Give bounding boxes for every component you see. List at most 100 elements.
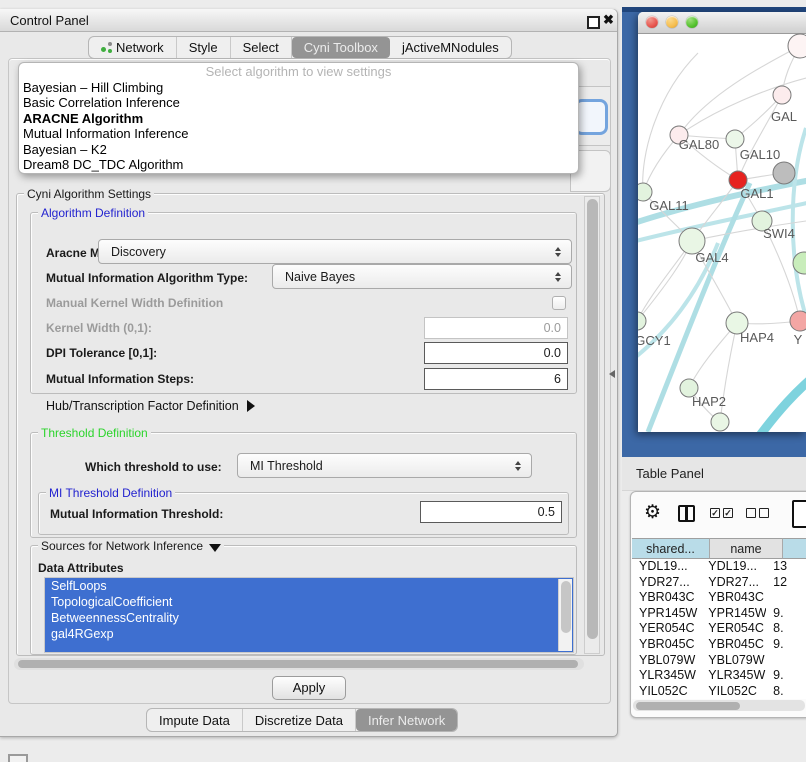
column-header-name[interactable]: name bbox=[710, 538, 783, 559]
float-window-icon[interactable] bbox=[587, 16, 600, 29]
attribute-selfloops[interactable]: SelfLoops bbox=[45, 578, 573, 594]
data-attributes-list[interactable]: SelfLoopsTopologicalCoefficientBetweenne… bbox=[44, 577, 574, 653]
table-row[interactable]: YLR345WYLR345W9. bbox=[632, 668, 806, 684]
tab-select[interactable]: Select bbox=[231, 37, 292, 58]
cyni-settings-group-title: Cyni Algorithm Settings bbox=[24, 187, 154, 201]
tab-network[interactable]: Network bbox=[89, 37, 177, 58]
checked-column-icon[interactable]: ✓ bbox=[710, 508, 720, 518]
settings-vertical-scrollbar-thumb[interactable] bbox=[587, 199, 598, 639]
table-row[interactable]: YBR045CYBR045C9. bbox=[632, 637, 806, 653]
node-unlabeled[interactable] bbox=[773, 162, 795, 184]
algorithm-option-bayesian-k2[interactable]: Bayesian – K2 bbox=[19, 142, 578, 157]
node-gal[interactable] bbox=[773, 86, 791, 104]
network-window-titlebar[interactable] bbox=[638, 12, 806, 34]
attribute-partial[interactable] bbox=[45, 642, 573, 653]
algorithm-option-bayesian-hill-climbing[interactable]: Bayesian – Hill Climbing bbox=[19, 80, 578, 95]
algorithm-dropdown-popup: Select algorithm to view settings Bayesi… bbox=[18, 62, 579, 174]
which-threshold-value: MI Threshold bbox=[250, 459, 323, 473]
tab-infer-network[interactable]: Infer Network bbox=[356, 709, 457, 731]
splitter-collapse-arrow[interactable] bbox=[609, 370, 615, 378]
tab-label: Cyni Toolbox bbox=[304, 40, 378, 55]
checked-column-icon[interactable]: ✓ bbox=[723, 508, 733, 518]
tab-discretize-data[interactable]: Discretize Data bbox=[243, 709, 356, 731]
node-label-gal1: GAL1 bbox=[740, 186, 773, 201]
mi-steps-field[interactable]: 6 bbox=[424, 368, 568, 390]
application-window: Control Panel ✖ Network Style Select Cyni T… bbox=[0, 0, 806, 762]
node-gal10[interactable] bbox=[726, 130, 744, 148]
manual-kernel-width-checkbox[interactable] bbox=[552, 296, 566, 310]
tab-cyni-toolbox[interactable]: Cyni Toolbox bbox=[292, 37, 390, 58]
table-cell: 13 bbox=[766, 559, 806, 575]
table-row[interactable]: YIL052CYIL052C8. bbox=[632, 684, 806, 699]
table-row[interactable]: YER054CYER054C8. bbox=[632, 621, 806, 637]
attribute-betweennesscentrality[interactable]: BetweennessCentrality bbox=[45, 610, 573, 626]
tab-style[interactable]: Style bbox=[177, 37, 231, 58]
table-cell: YDL19... bbox=[701, 559, 766, 575]
kernel-width-field[interactable]: 0.0 bbox=[424, 317, 568, 339]
table-horizontal-scrollbar-thumb[interactable] bbox=[636, 702, 740, 710]
node-y[interactable] bbox=[790, 311, 806, 331]
network-canvas[interactable]: GALGAL80GAL10GAL1GAL11SWI4GAL4GCY1HAP4YH… bbox=[638, 33, 806, 432]
algorithm-option-mutual-information-inference[interactable]: Mutual Information Inference bbox=[19, 126, 578, 141]
settings-vertical-scrollbar[interactable] bbox=[584, 196, 600, 654]
gear-icon[interactable]: ⚙ bbox=[644, 501, 661, 524]
network-graph: GALGAL80GAL10GAL1GAL11SWI4GAL4GCY1HAP4YH… bbox=[638, 33, 806, 432]
table-row[interactable]: YBL079WYBL079W bbox=[632, 653, 806, 669]
mi-steps-label: Mutual Information Steps: bbox=[46, 372, 194, 386]
control-panel-titlebar[interactable] bbox=[0, 9, 617, 32]
unchecked-column-icon[interactable] bbox=[746, 508, 756, 518]
table-row[interactable]: YDR27...YDR27...12 bbox=[632, 575, 806, 591]
zoom-traffic-light[interactable] bbox=[686, 16, 698, 28]
settings-horizontal-scrollbar[interactable] bbox=[14, 658, 584, 670]
close-icon[interactable]: ✖ bbox=[603, 12, 614, 28]
attribute-topologicalcoefficient[interactable]: TopologicalCoefficient bbox=[45, 594, 573, 610]
unchecked-column-icon[interactable] bbox=[759, 508, 769, 518]
attributes-scrollbar-thumb[interactable] bbox=[561, 581, 571, 633]
table-cell: 8. bbox=[766, 621, 806, 637]
table-row[interactable]: YPR145WYPR145W9. bbox=[632, 606, 806, 622]
document-icon[interactable] bbox=[792, 500, 806, 528]
minimize-traffic-light[interactable] bbox=[666, 16, 678, 28]
table-horizontal-scrollbar[interactable] bbox=[633, 700, 805, 711]
tab-label: Network bbox=[116, 40, 164, 55]
node-label-swi4: SWI4 bbox=[763, 226, 795, 241]
node-label-gcy1: GCY1 bbox=[638, 333, 671, 348]
occluded-focused-combobox-fragment[interactable] bbox=[574, 99, 608, 135]
table-row[interactable]: YDL19...YDL19...13 bbox=[632, 559, 806, 575]
settings-horizontal-scrollbar-thumb[interactable] bbox=[18, 660, 578, 668]
control-panel-title: Control Panel bbox=[10, 13, 89, 28]
kernel-width-label: Kernel Width (0,1): bbox=[46, 321, 152, 335]
node-unlabeled[interactable] bbox=[788, 34, 806, 58]
table-panel-title: Table Panel bbox=[636, 466, 704, 481]
close-traffic-light[interactable] bbox=[646, 16, 658, 28]
algorithm-option-basic-correlation-inference[interactable]: Basic Correlation Inference bbox=[19, 95, 578, 110]
algorithm-option-dream8-dc-tdc-algorithm[interactable]: Dream8 DC_TDC Algorithm bbox=[19, 157, 578, 172]
mi-threshold-definition-title: MI Threshold Definition bbox=[46, 486, 175, 500]
tab-jactivemnodules[interactable]: jActiveMNodules bbox=[390, 37, 511, 58]
table-row[interactable]: YBR043CYBR043C bbox=[632, 590, 806, 606]
tab-impute-data[interactable]: Impute Data bbox=[147, 709, 243, 731]
table-cell: YER054C bbox=[632, 621, 701, 637]
column-header-shared[interactable]: shared... bbox=[632, 538, 710, 559]
table-cell: YIL052C bbox=[701, 684, 766, 699]
column-header-3[interactable] bbox=[783, 538, 806, 559]
aracne-mode-combobox[interactable]: Discovery bbox=[98, 239, 572, 264]
hub-tf-definition-toggle[interactable]: Hub/Transcription Factor Definition bbox=[46, 399, 255, 413]
dpi-tolerance-field[interactable]: 0.0 bbox=[424, 342, 568, 364]
node-gcy1[interactable] bbox=[638, 312, 646, 330]
dpi-tolerance-label: DPI Tolerance [0,1]: bbox=[46, 346, 157, 360]
split-columns-icon[interactable] bbox=[678, 505, 695, 522]
algorithm-option-aracne-algorithm[interactable]: ARACNE Algorithm bbox=[19, 111, 578, 126]
sources-group-title[interactable]: Sources for Network Inference bbox=[38, 539, 224, 553]
attributes-scrollbar[interactable] bbox=[558, 579, 572, 651]
mi-threshold-field[interactable]: 0.5 bbox=[420, 501, 562, 523]
which-threshold-combobox[interactable]: MI Threshold bbox=[237, 453, 532, 478]
spinner-arrows-icon bbox=[555, 272, 562, 282]
table-cell: 9. bbox=[766, 637, 806, 653]
mi-algorithm-type-combobox[interactable]: Naive Bayes bbox=[272, 264, 572, 289]
attribute-gal4rgexp[interactable]: gal4RGexp bbox=[45, 626, 573, 642]
tab-label: Style bbox=[189, 40, 218, 55]
partial-bottom-widget bbox=[8, 754, 28, 762]
node-unlabeled[interactable] bbox=[711, 413, 729, 431]
apply-button[interactable]: Apply bbox=[272, 676, 346, 700]
